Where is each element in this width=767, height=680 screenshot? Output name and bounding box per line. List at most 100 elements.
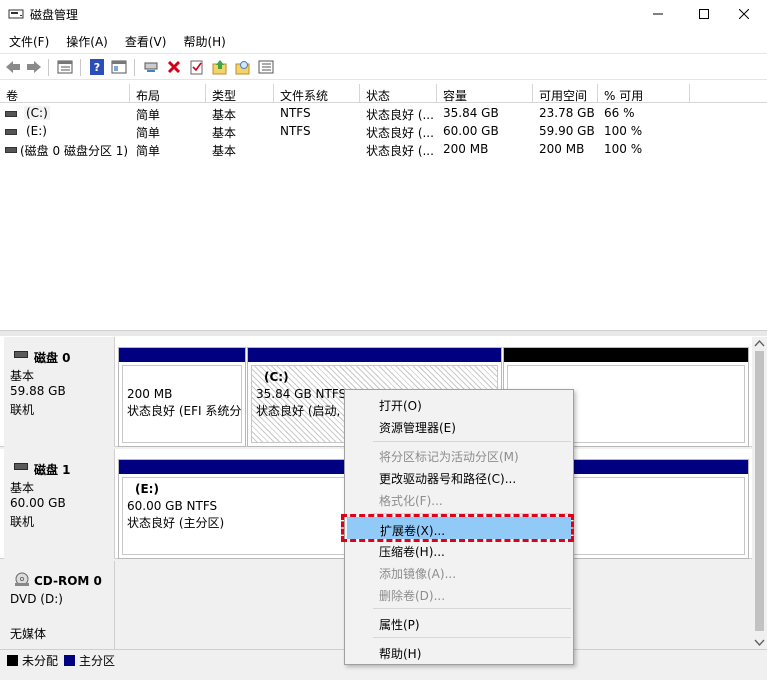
menu-separator <box>373 441 571 442</box>
volume-list: 卷 布局 类型 文件系统 状态 容量 可用空间 % 可用 (C:) 简单 基本 … <box>0 84 767 330</box>
partition-bar <box>248 348 501 362</box>
disk-management-app-icon <box>8 7 24 21</box>
disk-0-label[interactable]: 磁盘 0 基本 59.88 GB 联机 <box>4 337 115 447</box>
disk-pane-scrollbar[interactable] <box>752 337 767 649</box>
table-cell: NTFS <box>280 106 311 120</box>
menu-item-shrink-volume[interactable]: 压缩卷(H)... <box>347 539 571 561</box>
properties-icon[interactable] <box>110 58 128 76</box>
menu-action[interactable]: 操作(A) <box>57 30 116 52</box>
forward-icon[interactable] <box>25 58 43 76</box>
partition-efi[interactable]: 200 MB 状态良好 (EFI 系统分 <box>118 347 246 447</box>
table-cell: 23.78 GB <box>539 106 595 120</box>
partition-size: 200 MB <box>127 387 173 401</box>
table-cell: 66 % <box>604 106 635 120</box>
partition-bar <box>504 348 748 362</box>
column-header-volume[interactable]: 卷 <box>0 84 130 103</box>
close-icon <box>739 9 749 19</box>
partition-status: 状态良好 (EFI 系统分 <box>127 404 242 418</box>
table-cell: 状态良好 (... <box>366 126 434 140</box>
close-button[interactable] <box>721 0 767 28</box>
column-header-capacity[interactable]: 容量 <box>437 84 533 103</box>
menu-item-format[interactable]: 格式化(F)... <box>347 488 571 510</box>
table-cell: 基本 <box>212 144 237 158</box>
help-icon[interactable]: ? <box>88 58 106 76</box>
cdrom-0-type: DVD (D:) <box>10 592 63 606</box>
title-bar: 磁盘管理 <box>0 0 767 28</box>
cdrom-0-status: 无媒体 <box>10 627 47 641</box>
legend-label-primary: 主分区 <box>79 654 116 668</box>
partition-bar <box>119 348 245 362</box>
toolbar-separator <box>134 59 135 76</box>
table-cell: 状态良好 (... <box>366 108 434 122</box>
column-header-filler <box>690 84 767 103</box>
table-cell: NTFS <box>280 124 311 138</box>
legend-swatch-unallocated <box>7 655 18 666</box>
table-cell: 60.00 GB <box>443 124 499 138</box>
minimize-icon <box>653 13 663 15</box>
pane-splitter[interactable] <box>0 330 767 336</box>
minimize-button[interactable] <box>635 0 681 28</box>
table-cell: (C:) <box>24 106 50 120</box>
column-header-percent-free[interactable]: % 可用 <box>598 84 690 103</box>
toolbar-separator <box>48 59 49 76</box>
volume-icon <box>5 147 17 153</box>
maximize-icon <box>699 9 709 19</box>
column-header-free-space[interactable]: 可用空间 <box>533 84 598 103</box>
disk-1-type: 基本 <box>10 481 35 495</box>
partition-label: (C:) <box>264 370 289 384</box>
volume-icon <box>5 129 17 135</box>
details-icon[interactable] <box>257 58 275 76</box>
disk-0-type: 基本 <box>10 369 35 383</box>
view-list-icon[interactable] <box>56 58 74 76</box>
table-cell: 简单 <box>136 144 161 158</box>
scrollbar-thumb[interactable] <box>755 351 764 631</box>
column-header-type[interactable]: 类型 <box>206 84 274 103</box>
disk-0-status: 联机 <box>10 403 35 417</box>
folder-up-icon[interactable] <box>211 58 229 76</box>
table-cell: 基本 <box>212 126 237 140</box>
back-icon[interactable] <box>4 58 22 76</box>
toolbar: ? <box>0 53 767 80</box>
disk-0-size: 59.88 GB <box>10 384 66 398</box>
window-title: 磁盘管理 <box>30 8 79 22</box>
table-cell: 35.84 GB <box>443 106 499 120</box>
menu-item-explorer[interactable]: 资源管理器(E) <box>347 415 571 437</box>
disk-1-label[interactable]: 磁盘 1 基本 60.00 GB 联机 <box>4 449 115 559</box>
cdrom-icon <box>14 571 30 590</box>
search-folder-icon[interactable] <box>234 58 252 76</box>
column-header-layout[interactable]: 布局 <box>130 84 206 103</box>
menu-help[interactable]: 帮助(H) <box>174 30 233 52</box>
table-cell: 简单 <box>136 126 161 140</box>
table-cell: 100 % <box>604 142 643 156</box>
menu-item-help[interactable]: 帮助(H) <box>347 641 571 663</box>
menu-item-properties[interactable]: 属性(P) <box>347 612 571 634</box>
menu-separator <box>373 637 571 638</box>
column-header-status[interactable]: 状态 <box>360 84 437 103</box>
menu-item-add-mirror[interactable]: 添加镜像(A)... <box>347 561 571 583</box>
checklist-icon[interactable] <box>188 58 206 76</box>
disk-icon <box>14 463 28 470</box>
highlight-callout <box>341 514 574 542</box>
menu-item-delete-volume[interactable]: 删除卷(D)... <box>347 583 571 605</box>
legend-label-unallocated: 未分配 <box>22 654 59 668</box>
volume-icon <box>5 111 17 117</box>
connect-icon[interactable] <box>142 58 160 76</box>
table-cell: (磁盘 0 磁盘分区 1) <box>20 144 129 158</box>
disk-0-name: 磁盘 0 <box>34 351 71 365</box>
menu-bar: 文件(F) 操作(A) 查看(V) 帮助(H) <box>0 30 767 52</box>
table-cell: 基本 <box>212 108 237 122</box>
menu-item-mark-active[interactable]: 将分区标记为活动分区(M) <box>347 444 571 466</box>
menu-file[interactable]: 文件(F) <box>0 30 57 52</box>
delete-icon[interactable] <box>165 58 183 76</box>
menu-view[interactable]: 查看(V) <box>116 30 175 52</box>
table-cell: 200 MB <box>443 142 489 156</box>
menu-item-change-drive-letter[interactable]: 更改驱动器号和路径(C)... <box>347 466 571 488</box>
cdrom-0-label[interactable]: CD-ROM 0 DVD (D:) 无媒体 <box>4 561 115 649</box>
table-cell: 100 % <box>604 124 643 138</box>
table-cell: 59.90 GB <box>539 124 595 138</box>
cdrom-0-name: CD-ROM 0 <box>34 574 102 588</box>
menu-item-open[interactable]: 打开(O) <box>347 393 571 415</box>
table-cell: (E:) <box>26 124 47 138</box>
column-header-filesystem[interactable]: 文件系统 <box>274 84 360 103</box>
disk-1-status: 联机 <box>10 515 35 529</box>
